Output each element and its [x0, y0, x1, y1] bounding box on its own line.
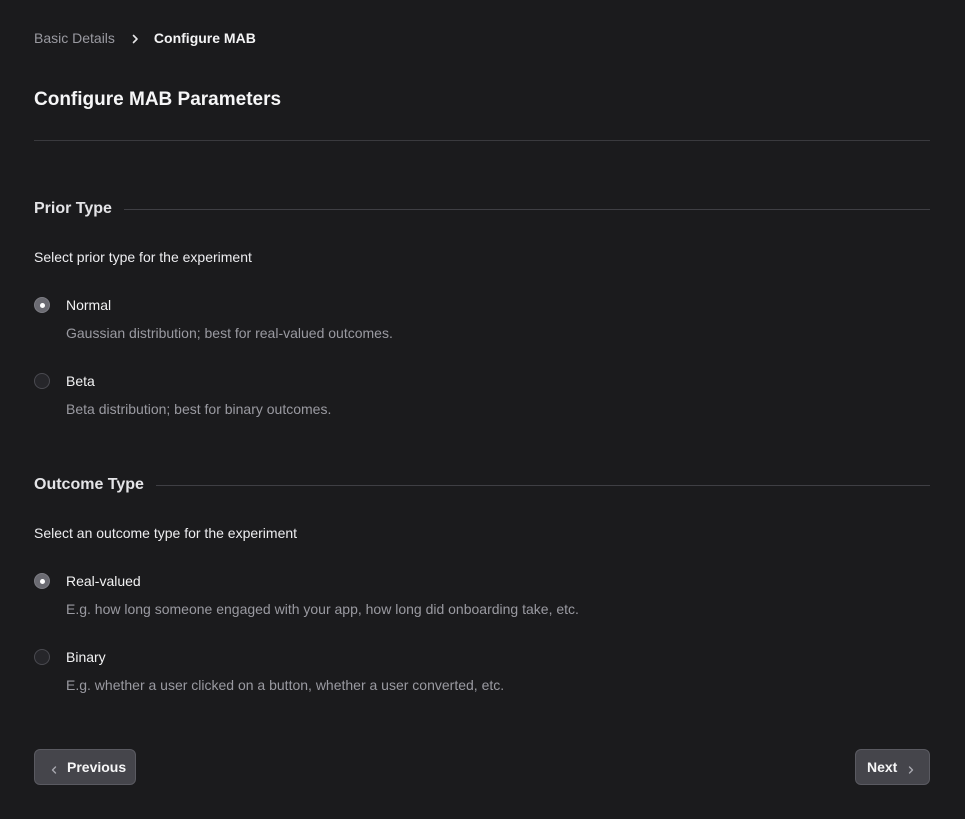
prior-type-legend: Prior Type: [34, 199, 930, 219]
radio-button-normal[interactable]: [34, 297, 50, 313]
configure-mab-page: Basic Details Configure MAB Configure MA…: [0, 0, 965, 819]
outcome-type-heading: Outcome Type: [34, 476, 144, 493]
divider: [155, 484, 930, 486]
radio-button-beta[interactable]: [34, 373, 50, 389]
previous-button[interactable]: Previous: [34, 749, 136, 785]
radio-option-real-valued[interactable]: Real-valued E.g. how long someone engage…: [34, 571, 930, 621]
breadcrumb: Basic Details Configure MAB: [34, 29, 256, 47]
chevron-left-icon: [49, 762, 59, 774]
radio-help-beta: Beta distribution; best for binary outco…: [66, 401, 332, 417]
radio-label-binary: Binary: [66, 649, 106, 665]
page-title: Configure MAB Parameters: [34, 89, 282, 110]
chevron-right-icon: [129, 32, 141, 44]
radio-option-beta[interactable]: Beta Beta distribution; best for binary …: [34, 371, 930, 421]
divider: [123, 208, 930, 210]
radio-button-binary[interactable]: [34, 649, 50, 665]
radio-option-normal[interactable]: Normal Gaussian distribution; best for r…: [34, 295, 930, 345]
breadcrumb-basic-details[interactable]: Basic Details: [34, 30, 115, 46]
prior-type-heading: Prior Type: [34, 200, 112, 217]
radio-label-real-valued: Real-valued: [66, 573, 141, 589]
radio-option-binary[interactable]: Binary E.g. whether a user clicked on a …: [34, 647, 930, 697]
radio-button-real-valued[interactable]: [34, 573, 50, 589]
prior-type-description: Select prior type for the experiment: [34, 249, 252, 265]
radio-help-normal: Gaussian distribution; best for real-val…: [66, 325, 393, 341]
outcome-type-legend: Outcome Type: [34, 475, 930, 495]
previous-button-label: Previous: [67, 759, 127, 775]
radio-help-binary: E.g. whether a user clicked on a button,…: [66, 677, 505, 693]
next-button[interactable]: Next: [855, 749, 930, 785]
next-button-label: Next: [867, 759, 898, 775]
radio-label-beta: Beta: [66, 373, 95, 389]
title-divider: [34, 140, 930, 141]
breadcrumb-configure-mab: Configure MAB: [153, 30, 256, 46]
chevron-right-icon: [906, 762, 916, 774]
radio-help-real-valued: E.g. how long someone engaged with your …: [66, 601, 579, 617]
radio-label-normal: Normal: [66, 297, 112, 313]
outcome-type-description: Select an outcome type for the experimen…: [34, 525, 298, 541]
